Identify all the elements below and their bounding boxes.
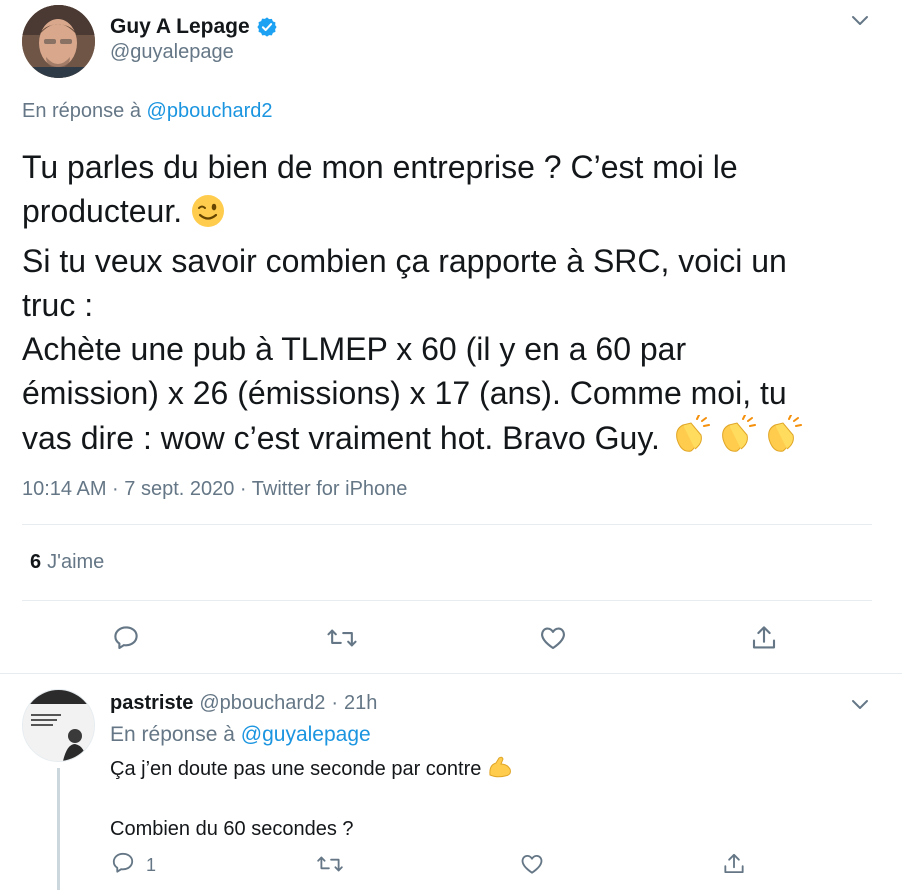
clap-emoji-icon: [669, 414, 807, 466]
tweet-line: Tu parles du bien de mon entreprise ? C’…: [22, 149, 738, 185]
verified-badge-icon: [256, 16, 278, 38]
reply-prefix: En réponse à: [110, 723, 235, 746]
reply-line: Combien du 60 secondes ?: [110, 818, 354, 840]
thread-line: [57, 768, 60, 890]
tweet-line: Achète une pub à TLMEP x 60 (il y en a 6…: [22, 331, 687, 367]
tweet-line-text: producteur.: [22, 193, 183, 229]
tweet-line-text: vas dire : wow c’est vraiment hot. Bravo…: [22, 420, 660, 456]
share-icon[interactable]: [718, 848, 750, 880]
chevron-down-icon[interactable]: [850, 698, 870, 712]
likes-count: 6: [30, 551, 42, 573]
reply-prefix: En réponse à: [22, 100, 141, 122]
reply-target-link[interactable]: @pbouchard2: [147, 100, 273, 122]
tweet-line: Si tu veux savoir combien ça rapporte à …: [22, 243, 787, 279]
reply-icon[interactable]: [110, 850, 136, 881]
author-name-line: Guy A Lepage: [110, 12, 278, 42]
reply-context: En réponse à @pbouchard2: [22, 100, 273, 123]
share-icon[interactable]: [748, 622, 780, 654]
reply-line-text: Ça j’en doute pas une seconde par contre: [110, 758, 482, 780]
reply-context: En réponse à @guyalepage: [110, 723, 371, 747]
reply-time[interactable]: 21h: [344, 692, 377, 715]
tweet-line: truc :: [22, 287, 94, 323]
muscle-emoji-icon: [487, 755, 513, 787]
heart-icon[interactable]: [516, 848, 548, 880]
reply-header: pastriste @pbouchard2 · 21h: [110, 692, 377, 715]
divider: [22, 524, 872, 525]
reply-text: Ça j’en doute pas une seconde par contre…: [110, 755, 513, 843]
tweet-line: vas dire : wow c’est vraiment hot. Bravo…: [22, 414, 882, 466]
retweet-icon[interactable]: [326, 622, 358, 654]
wink-emoji-icon: [191, 194, 225, 239]
retweet-icon[interactable]: [314, 848, 346, 880]
tweet-text: Tu parles du bien de mon entreprise ? C’…: [22, 145, 882, 466]
divider: [22, 600, 872, 601]
reply-count: 1: [146, 855, 157, 875]
reply-author-handle[interactable]: @pbouchard2: [199, 692, 325, 715]
tweet-line: producteur.: [22, 189, 882, 239]
likes-stat[interactable]: 6 J'aime: [30, 551, 104, 574]
heart-icon[interactable]: [537, 622, 569, 654]
tweet-timestamp[interactable]: 10:14 AM · 7 sept. 2020 · Twitter for iP…: [22, 478, 407, 501]
tweet-line: émission) x 26 (émissions) x 17 (ans). C…: [22, 375, 787, 411]
chevron-down-icon[interactable]: [850, 14, 870, 28]
author-name[interactable]: Guy A Lepage: [110, 15, 250, 39]
section-divider: [0, 673, 902, 674]
reply-author-name[interactable]: pastriste: [110, 692, 193, 715]
reply-line: Ça j’en doute pas une seconde par contre: [110, 755, 513, 787]
author-avatar[interactable]: [22, 5, 95, 78]
likes-label: J'aime: [47, 551, 105, 573]
author-handle[interactable]: @guyalepage: [110, 41, 234, 64]
reply-action[interactable]: 1: [110, 850, 156, 881]
separator-dot: ·: [331, 692, 338, 714]
reply-icon[interactable]: [110, 622, 142, 654]
reply-author-avatar[interactable]: [22, 689, 95, 762]
reply-target-link[interactable]: @guyalepage: [241, 723, 371, 746]
